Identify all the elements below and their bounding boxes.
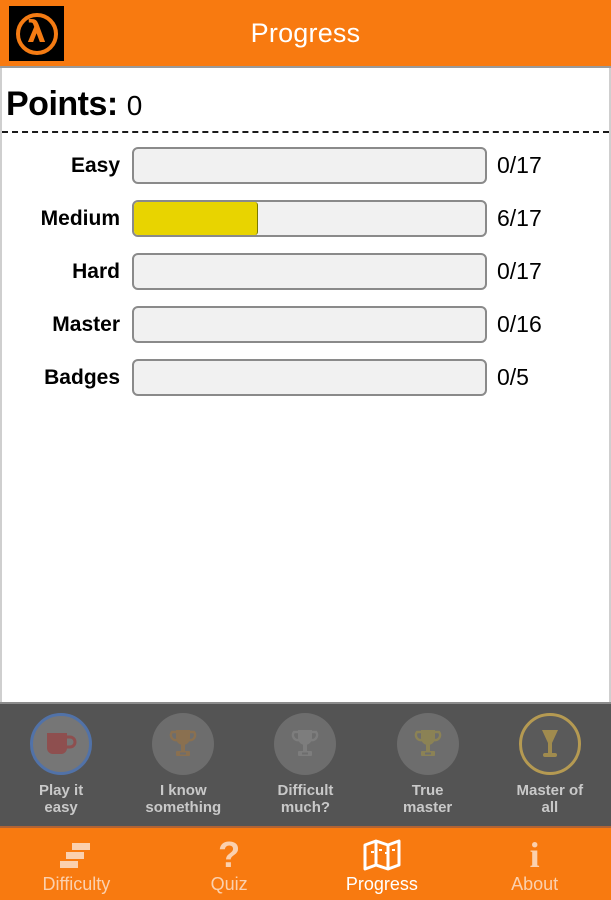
badge-disc xyxy=(152,713,215,775)
badge-label: I know something xyxy=(145,782,221,816)
progress-row-medium: Medium 6/17 xyxy=(2,198,609,239)
badge-true-master[interactable]: True master xyxy=(374,713,482,816)
progress-row-badges: Badges 0/5 xyxy=(2,357,609,398)
badge-label-line2: all xyxy=(541,799,559,816)
lambda-glyph: λ xyxy=(27,14,46,50)
badge-label-line1: True xyxy=(411,782,444,799)
badge-difficult-much[interactable]: Difficult much? xyxy=(251,713,359,816)
tab-label: Progress xyxy=(345,874,418,894)
info-icon: i xyxy=(529,835,540,875)
progress-bar-fill xyxy=(134,202,258,235)
tab-label: About xyxy=(511,874,559,894)
trophy-icon xyxy=(414,730,441,756)
badge-label-line1: Play it xyxy=(39,782,84,799)
badge-master-of-all[interactable]: Master of all xyxy=(496,713,604,816)
badge-label-line2: master xyxy=(403,799,453,816)
badge-label: Master of all xyxy=(517,782,584,816)
badge-label-line2: something xyxy=(145,799,222,816)
progress-label: Easy xyxy=(70,153,120,177)
progress-label: Master xyxy=(52,312,120,336)
half-life-lambda-icon: λ xyxy=(9,6,64,61)
app-root: λ Progress Points: 0 Easy 0/17 Medium 6/… xyxy=(0,0,611,900)
progress-label: Medium xyxy=(40,206,120,230)
badge-disc xyxy=(30,713,93,775)
bottom-tab-bar: Difficulty ? Quiz Progress i About xyxy=(0,826,611,900)
badge-play-it-easy[interactable]: Play it easy xyxy=(7,713,115,816)
main-content: Points: 0 Easy 0/17 Medium 6/17 Hard 0/1… xyxy=(0,68,611,702)
mug-icon xyxy=(47,733,77,754)
map-icon xyxy=(363,838,401,872)
progress-ratio: 0/16 xyxy=(497,311,542,337)
question-icon: ? xyxy=(218,834,241,875)
progress-bar-track xyxy=(132,147,487,184)
badge-label-line1: I know xyxy=(159,782,207,799)
tab-difficulty[interactable]: Difficulty xyxy=(0,828,153,900)
progress-bar-track xyxy=(132,253,487,290)
badge-disc xyxy=(396,713,459,775)
chalice-icon xyxy=(541,730,558,757)
points-value: 0 xyxy=(126,90,143,121)
progress-label: Badges xyxy=(44,365,120,389)
progress-ratio: 6/17 xyxy=(497,205,542,231)
badge-label-line2: easy xyxy=(44,799,78,816)
bars-icon xyxy=(58,838,94,872)
points-row: Points: 0 xyxy=(2,68,609,124)
progress-row-easy: Easy 0/17 xyxy=(2,145,609,186)
tab-quiz[interactable]: ? Quiz xyxy=(153,828,306,900)
progress-ratio: 0/17 xyxy=(497,258,542,284)
badge-disc xyxy=(518,713,581,775)
tab-about[interactable]: i About xyxy=(458,828,611,900)
badge-label: True master xyxy=(403,782,452,816)
progress-bar-list: Easy 0/17 Medium 6/17 Hard 0/17 Master 0… xyxy=(2,133,609,398)
badge-label: Play it easy xyxy=(39,782,83,816)
badge-label: Difficult much? xyxy=(278,782,334,816)
info-glyph: i xyxy=(529,835,540,875)
progress-bar-track xyxy=(132,200,487,237)
badge-label-line1: Difficult xyxy=(277,782,334,799)
badge-label-line1: Master of xyxy=(516,782,584,799)
progress-label: Hard xyxy=(72,259,120,283)
app-header: λ Progress xyxy=(0,0,611,68)
page-title: Progress xyxy=(250,17,361,48)
progress-row-master: Master 0/16 xyxy=(2,304,609,345)
progress-ratio: 0/5 xyxy=(497,364,529,390)
badge-i-know-something[interactable]: I know something xyxy=(129,713,237,816)
badge-disc xyxy=(274,713,337,775)
progress-bar-track xyxy=(132,359,487,396)
question-glyph: ? xyxy=(218,834,241,875)
tab-progress[interactable]: Progress xyxy=(306,828,459,900)
progress-bar-track xyxy=(132,306,487,343)
progress-row-hard: Hard 0/17 xyxy=(2,251,609,292)
badges-strip: Play it easy I know something Difficult … xyxy=(0,702,611,826)
badge-label-line2: much? xyxy=(280,799,331,816)
points-label: Points: xyxy=(6,85,118,123)
trophy-icon xyxy=(292,730,319,756)
trophy-icon xyxy=(169,730,197,756)
progress-ratio: 0/17 xyxy=(497,152,542,178)
tab-label: Difficulty xyxy=(42,874,111,894)
tab-label: Quiz xyxy=(210,874,248,894)
logo-circle: λ xyxy=(15,12,58,55)
